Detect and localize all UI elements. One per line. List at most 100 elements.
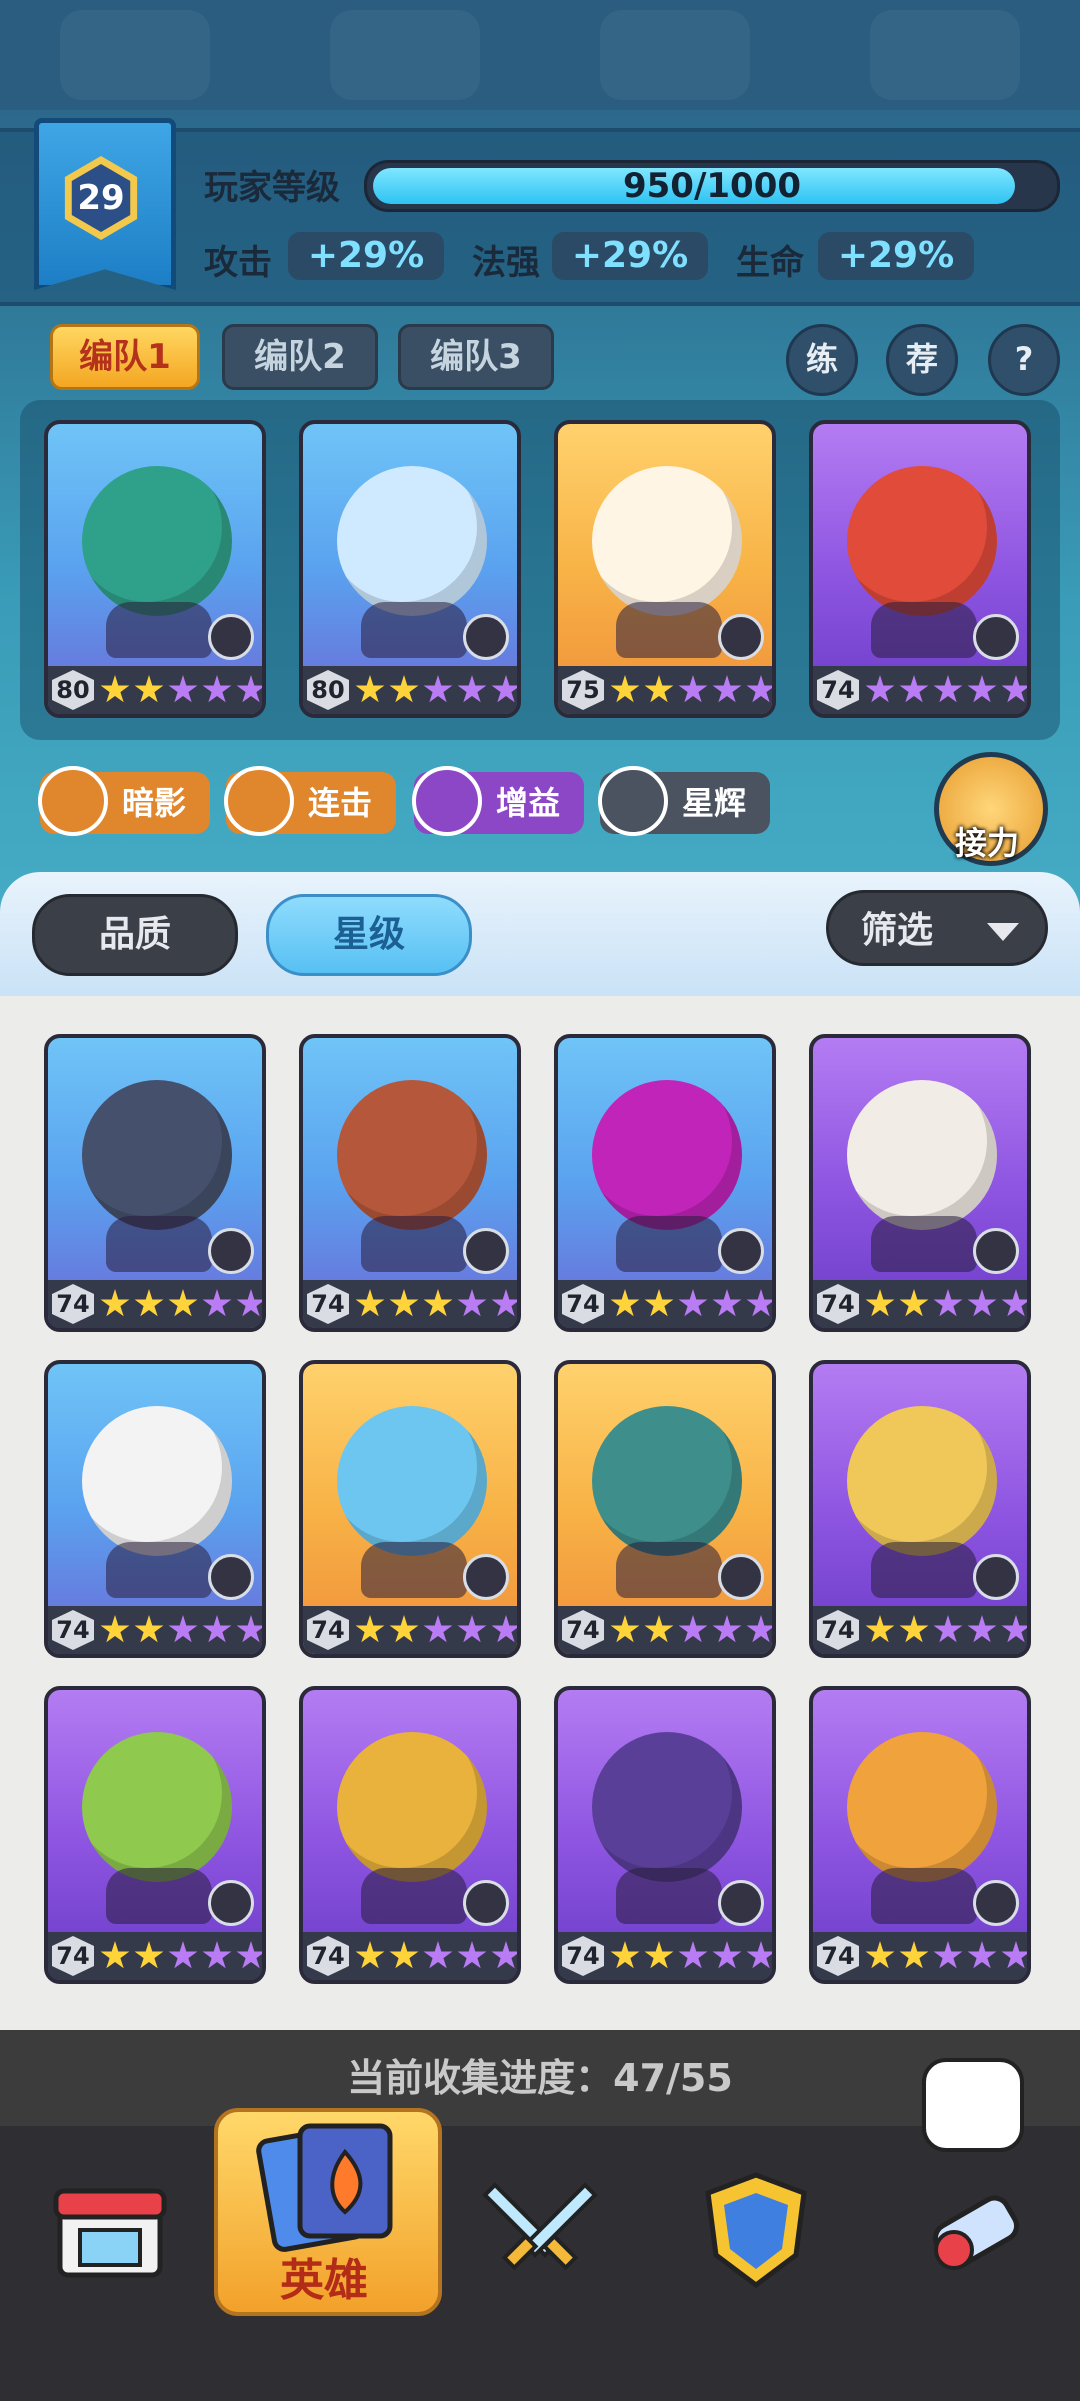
star-icon <box>355 1615 385 1643</box>
star-icon <box>967 675 997 703</box>
health-label: 生命 <box>736 243 804 283</box>
nav-events[interactable] <box>896 2150 1056 2310</box>
hero-card[interactable]: 74 <box>554 1360 776 1658</box>
tab-team-3[interactable]: 编队3 <box>398 324 554 390</box>
star-icon <box>746 1615 772 1643</box>
tab-team-1[interactable]: 编队1 <box>50 324 200 390</box>
team-card[interactable]: 80 <box>44 420 266 718</box>
hero-card[interactable]: 74 <box>554 1034 776 1332</box>
star-icon <box>1001 1289 1027 1317</box>
hero-body <box>106 1216 212 1272</box>
star-icon <box>168 1615 198 1643</box>
recommend-button[interactable]: 荐 <box>886 324 958 396</box>
filter-label: 筛选 <box>861 910 934 951</box>
faction-combo[interactable]: 连击 <box>224 766 396 836</box>
hero-portrait <box>847 466 997 616</box>
train-button[interactable]: 练 <box>786 324 858 396</box>
hero-card[interactable]: 74 <box>44 1034 266 1332</box>
hero-star-rating <box>865 1941 1027 1971</box>
star-icon <box>491 675 517 703</box>
team-card[interactable]: 74 <box>809 420 1031 718</box>
hero-cards-icon <box>256 2123 393 2252</box>
role-helmet-icon <box>973 1880 1019 1926</box>
hero-portrait <box>847 1080 997 1230</box>
star-icon <box>100 1615 130 1643</box>
star-icon <box>100 1289 130 1317</box>
help-button[interactable]: ? <box>988 324 1060 396</box>
star-icon <box>899 675 929 703</box>
star-icon <box>202 675 232 703</box>
star-icon <box>236 1289 262 1317</box>
sort-star-button[interactable]: 星级 <box>266 894 472 976</box>
star-icon <box>100 1941 130 1969</box>
team-card[interactable]: 80 <box>299 420 521 718</box>
hero-card[interactable]: 74 <box>554 1686 776 1984</box>
hero-star-rating <box>865 1615 1027 1645</box>
shop-icon <box>53 2188 167 2278</box>
faction-starlight[interactable]: 星辉 <box>598 766 770 836</box>
hero-card[interactable]: 74 <box>299 1034 521 1332</box>
xp-progress-text: 950/1000 <box>622 166 802 206</box>
star-icon <box>423 1615 453 1643</box>
hero-body <box>106 1868 212 1924</box>
hero-star-rating <box>100 1941 262 1971</box>
star-icon <box>712 1289 742 1317</box>
hero-card[interactable]: 74 <box>44 1686 266 1984</box>
starlight-faction-icon <box>598 766 668 836</box>
hero-portrait <box>337 1406 487 1556</box>
hero-body <box>871 1542 977 1598</box>
star-icon <box>389 1289 419 1317</box>
filter-button[interactable]: 筛选 <box>826 890 1048 966</box>
hero-star-rating <box>100 1289 262 1319</box>
hero-card[interactable]: 74 <box>44 1360 266 1658</box>
star-icon <box>236 1941 262 1969</box>
star-icon <box>1001 1941 1027 1969</box>
faction-combo-label: 连击 <box>308 784 373 822</box>
faction-buff[interactable]: 增益 <box>412 766 584 836</box>
hero-body <box>616 1216 722 1272</box>
star-icon <box>967 1289 997 1317</box>
relay-label: 接力 <box>954 824 1019 862</box>
star-icon <box>933 1615 963 1643</box>
star-icon <box>457 1941 487 1969</box>
star-icon <box>202 1615 232 1643</box>
attack-label: 攻击 <box>204 243 272 283</box>
nav-shop[interactable] <box>30 2150 190 2310</box>
tab-team-2[interactable]: 编队2 <box>222 324 378 390</box>
star-icon <box>134 1289 164 1317</box>
hero-card[interactable]: 74 <box>299 1686 521 1984</box>
sort-quality-button[interactable]: 品质 <box>32 894 238 976</box>
nav-clan[interactable] <box>676 2150 836 2310</box>
star-icon <box>389 1615 419 1643</box>
star-icon <box>491 1615 517 1643</box>
star-icon <box>712 1941 742 1969</box>
hero-body <box>106 602 212 658</box>
star-icon <box>644 675 674 703</box>
hero-body <box>361 602 467 658</box>
star-icon <box>746 1289 772 1317</box>
crossed-swords-icon <box>482 2182 598 2271</box>
event-notification-icon[interactable] <box>922 2058 1024 2152</box>
hero-card[interactable]: 74 <box>809 1360 1031 1658</box>
faction-buff-label: 增益 <box>496 784 561 822</box>
star-icon <box>865 1289 895 1317</box>
star-icon <box>1001 1615 1027 1643</box>
hero-portrait <box>337 466 487 616</box>
star-icon <box>644 1289 674 1317</box>
star-icon <box>355 675 385 703</box>
team-card[interactable]: 75 <box>554 420 776 718</box>
star-icon <box>1001 675 1027 703</box>
hero-card[interactable]: 74 <box>809 1034 1031 1332</box>
hero-star-rating <box>355 1289 517 1319</box>
faction-shadow[interactable]: 暗影 <box>38 766 210 836</box>
star-icon <box>423 675 453 703</box>
hero-portrait <box>592 1080 742 1230</box>
magic-bonus: +29% <box>552 232 708 280</box>
nav-battle[interactable] <box>460 2150 620 2310</box>
hero-card[interactable]: 74 <box>809 1686 1031 1984</box>
hero-card[interactable]: 74 <box>299 1360 521 1658</box>
top-decoration <box>0 0 1080 110</box>
star-icon <box>678 675 708 703</box>
health-bonus: +29% <box>818 232 974 280</box>
role-helmet-icon <box>973 1554 1019 1600</box>
